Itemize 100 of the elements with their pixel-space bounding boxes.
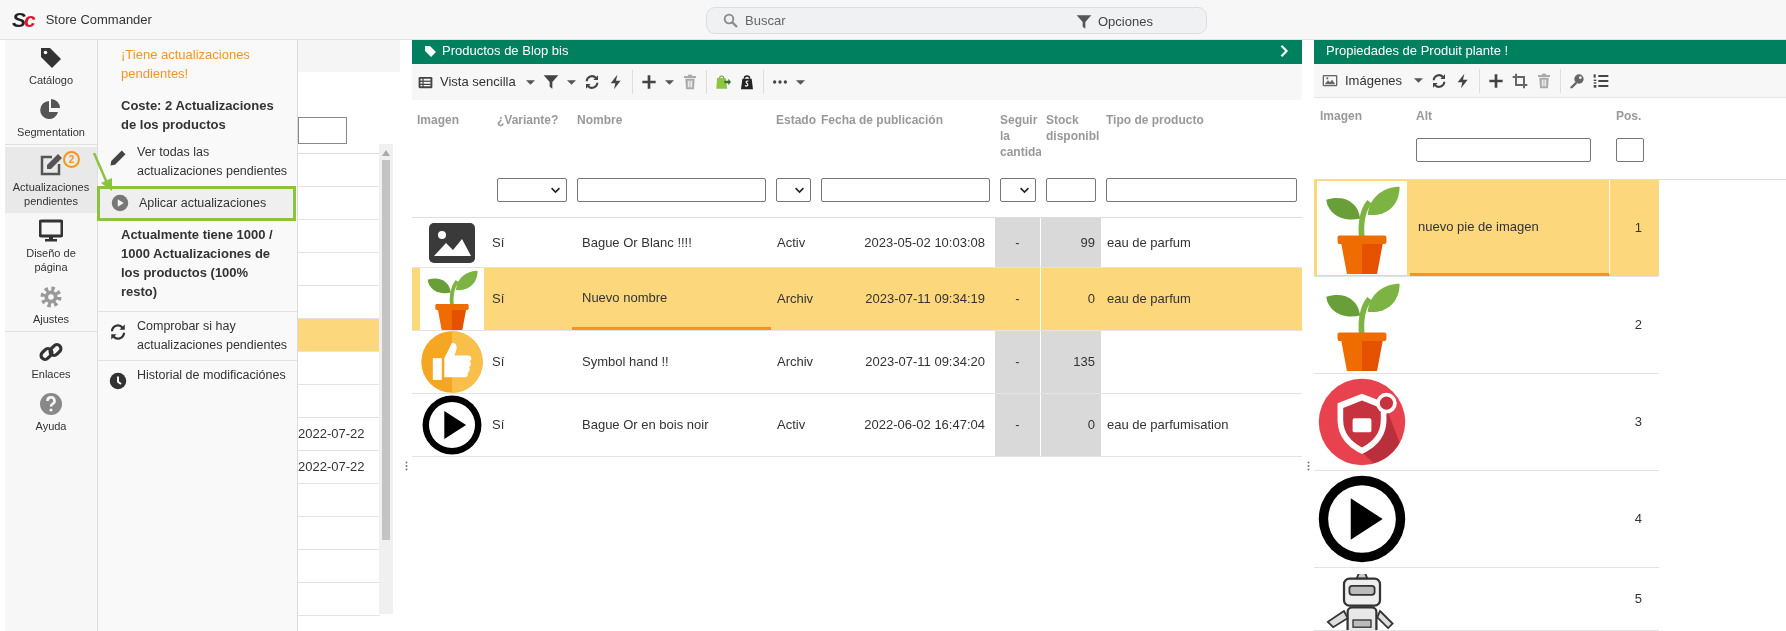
caret-icon [795,79,805,85]
splitter-handle-icon[interactable] [404,461,408,471]
scrollbar-thumb[interactable] [382,160,390,540]
table-cell-text: 5 [1634,590,1642,609]
sidebar-item[interactable]: Catálogo [5,40,97,92]
column-header: Tipo de producto [1106,112,1205,129]
table-cell-text: 2022-06-02 16:47:04 [864,416,985,435]
shopping-bag-icon [738,74,755,90]
table-cell-text: nuevo pie de imagen [1418,217,1539,236]
splitter-handle-icon[interactable] [1306,461,1310,471]
add-icon [640,74,657,90]
table-cell-text: - [1015,290,1020,309]
table-cell-text: 2023-07-11 09:34:20 [865,353,985,372]
refresh-icon [1431,72,1448,89]
table-cell-text: Activ [777,233,806,252]
search-field[interactable]: Buscar [745,10,1025,31]
logo: Sc [12,9,34,30]
list-icon [418,74,433,90]
table-row[interactable]: Sí Bague Or Blanc !!!! Activ 2023-05-02 10:03:08 - 99 eau de parfum [412,218,1302,268]
filter-field[interactable] [1046,178,1096,202]
table-cell-text: 99 [1080,233,1095,252]
help-icon [39,392,63,416]
select-field[interactable] [497,178,567,202]
warning-text: ¡Tiene actualizaciones pendientes! [120,46,251,83]
column-header: Nombre [577,112,624,129]
clock-icon [109,372,127,390]
caret-icon [566,79,576,85]
column-header: ¿Variante? [497,112,560,129]
info-text: Coste: 2 Actualizaciones de los productos [120,97,275,134]
table-row[interactable]: Sí Bague Or en bois noir Activ 2022-06-02 16:47:04 - 0 eau de parfumisation [412,394,1302,457]
app-title: Store Commander [45,10,152,29]
pie-chart-icon [39,98,63,122]
caret-icon [525,79,535,85]
table-cell-text: 2 [1634,316,1642,335]
play-icon [111,194,129,212]
column-header: Fecha de publicación [821,112,945,129]
table-cell-text: Sí [492,353,505,372]
add-icon [1488,72,1505,89]
table-cell-text: Activ [777,416,806,435]
tag-icon [424,44,437,58]
table-cell-text: Archiv [777,353,814,372]
column-header: Alt [1416,108,1433,125]
table-row[interactable]: Sí Nuevo nombre Archiv 2023-07-11 09:34:19 - 0 eau de parfum [412,268,1302,331]
scrollbar[interactable] [379,144,393,614]
sidebar-item[interactable]: Enlaces [5,334,97,386]
sidebar-item[interactable]: Actualizaciones pendientes 2 [5,147,97,213]
sidebar-item[interactable]: Diseño de página [5,213,97,279]
filter-field[interactable] [298,117,347,144]
table-cell-text: - [1015,353,1020,372]
filter-field[interactable] [577,178,766,202]
column-header: Pos. [1616,108,1643,125]
table-cell-text: 2023-05-02 10:03:08 [864,233,985,252]
filter-icon [542,74,559,90]
table-cell-text: 3 [1634,413,1642,432]
filter-icon [1076,13,1092,30]
table-cell-text: 4 [1634,510,1642,529]
table-cell-text: 2022-07-22 [298,458,365,477]
filter-field[interactable] [1616,138,1644,162]
menu-item[interactable]: Ver todas las actualizaciones pendientes [98,138,297,186]
image-placeholder-icon [429,222,475,263]
options-button[interactable]: Opciones [1076,12,1153,32]
menu-item[interactable]: Aplicar actualizaciones [97,186,296,221]
table-cell-text: - [1015,416,1020,435]
table-cell-text: 0 [1087,416,1095,435]
filter-field[interactable] [1106,178,1297,202]
table-cell-text: 2023-07-11 09:34:19 [865,290,985,309]
filter-field[interactable] [821,178,990,202]
search-icon [723,12,739,29]
ordered-list-icon [1593,72,1610,89]
sidebar-item[interactable]: Ajustes [5,279,97,332]
column-header: Stock disponibl [1046,112,1098,145]
table-cell-text: Symbol hand !! [582,353,669,372]
menu-item[interactable]: Comprobar si hay actualizaciones pendientes [98,311,297,360]
table-cell-text: 1 [1634,219,1642,238]
image-icon [1322,72,1338,89]
info-text: Actualmente tiene 1000 / 1000 Actualizaciones de los productos (100% resto) [120,226,274,301]
table-cell-text: 0 [1087,290,1095,309]
table-cell-text: Bague Or Blanc !!!! [582,233,692,252]
table-row[interactable]: nuevo pie de imagen 1 [1314,180,1659,277]
table-cell-text: Nuevo nombre [582,288,668,307]
notification-badge: 2 [63,151,80,168]
filter-field[interactable] [1416,138,1591,162]
caret-icon [664,79,674,85]
menu-item[interactable]: Historial de modificaciónes [98,360,297,395]
table-cell-text: eau de parfumisation [1107,416,1229,435]
edit-icon [39,153,63,177]
column-header: Imagen [417,112,460,129]
link-icon [39,340,63,364]
view-selector[interactable]: Vista sencilla [416,72,518,92]
chevron-right-icon[interactable] [1278,43,1290,59]
table-cell-text: Archiv [777,290,814,309]
sidebar-item[interactable]: Ayuda [5,386,97,438]
column-header: Imagen [1320,108,1363,125]
view-selector[interactable]: Imágenes [1320,70,1405,91]
table-cell-text: eau de parfum [1107,233,1191,252]
select-field[interactable] [1000,178,1036,202]
table-row[interactable]: Sí Symbol hand !! Archiv 2023-07-11 09:34:20 - 135 [412,331,1302,394]
select-field[interactable] [776,178,811,202]
table-cell-text: 135 [1073,353,1095,372]
sidebar-item[interactable]: Segmentation [5,92,97,145]
